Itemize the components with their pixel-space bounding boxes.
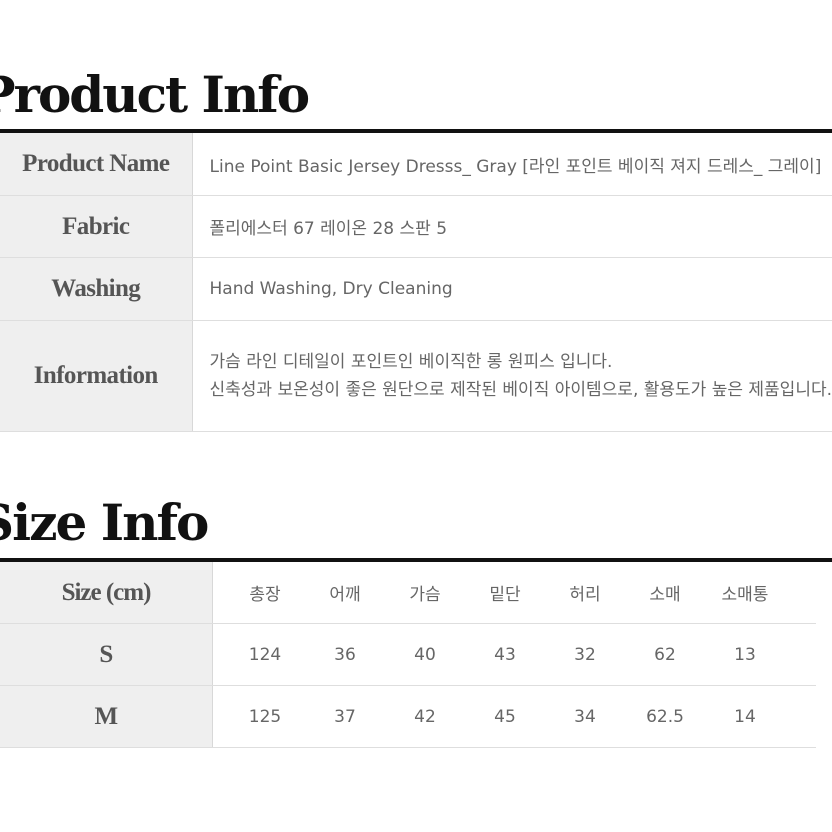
size-value: 124 <box>248 644 282 665</box>
fabric-label: Fabric <box>0 195 193 258</box>
information-line-2: 신축성과 보온성이 좋은 원단으로 제작된 베이직 아이템으로, 활용도가 높은… <box>209 380 832 400</box>
information-label: Information <box>0 320 193 432</box>
size-label-m: M <box>0 685 213 748</box>
size-value: 13 <box>734 644 756 665</box>
size-value: 62.5 <box>646 706 684 727</box>
size-label-s: S <box>0 623 213 686</box>
product-name-row: Product Name Line Point Basic Jersey Dre… <box>0 133 832 196</box>
information-line-1: 가슴 라인 디테일이 포인트인 베이직한 롱 원피스 입니다. <box>209 352 613 372</box>
washing-row: Washing Hand Washing, Dry Cleaning <box>0 257 832 321</box>
column-header: 밑단 <box>489 585 521 605</box>
size-table: Size (cm) 총장 어깨 가슴 밑단 허리 소매 소매통 S 124 36… <box>0 562 816 748</box>
washing-value: Hand Washing, Dry Cleaning <box>192 257 832 321</box>
size-header-label: Size (cm) <box>0 562 213 624</box>
size-value: 125 <box>248 706 282 727</box>
size-value: 40 <box>414 644 436 665</box>
size-value: 14 <box>734 706 756 727</box>
fabric-row: Fabric 폴리에스터 67 레이온 28 스판 5 <box>0 195 832 258</box>
size-value: 32 <box>574 644 596 665</box>
product-info-table: Product Name Line Point Basic Jersey Dre… <box>0 133 832 432</box>
column-header: 총장 <box>249 585 281 605</box>
product-name-value: Line Point Basic Jersey Dresss_ Gray [라인… <box>192 133 832 196</box>
size-header-row: Size (cm) 총장 어깨 가슴 밑단 허리 소매 소매통 <box>0 562 816 624</box>
information-value: 가슴 라인 디테일이 포인트인 베이직한 롱 원피스 입니다. 신축성과 보온성… <box>192 320 832 432</box>
product-name-label: Product Name <box>0 133 193 196</box>
washing-label: Washing <box>0 257 193 321</box>
size-value: 37 <box>334 706 356 727</box>
size-value: 45 <box>494 706 516 727</box>
size-value: 34 <box>574 706 596 727</box>
size-value: 42 <box>414 706 436 727</box>
column-header: 허리 <box>569 585 601 605</box>
size-row-s: S 124 36 40 43 32 62 13 <box>0 623 816 686</box>
information-row: Information 가슴 라인 디테일이 포인트인 베이직한 롱 원피스 입… <box>0 320 832 432</box>
column-header: 소매 <box>649 585 681 605</box>
size-row-m: M 125 37 42 45 34 62.5 14 <box>0 685 816 748</box>
fabric-value: 폴리에스터 67 레이온 28 스판 5 <box>192 195 832 258</box>
size-value: 43 <box>494 644 516 665</box>
product-info-title: Product Info <box>0 65 310 124</box>
column-header: 어깨 <box>329 585 361 605</box>
size-value: 62 <box>654 644 676 665</box>
size-column-headers: 총장 어깨 가슴 밑단 허리 소매 소매통 <box>213 562 816 623</box>
size-info-title: Size Info <box>0 493 209 552</box>
size-value: 36 <box>334 644 356 665</box>
column-header: 소매통 <box>721 585 769 605</box>
column-header: 가슴 <box>409 585 441 605</box>
